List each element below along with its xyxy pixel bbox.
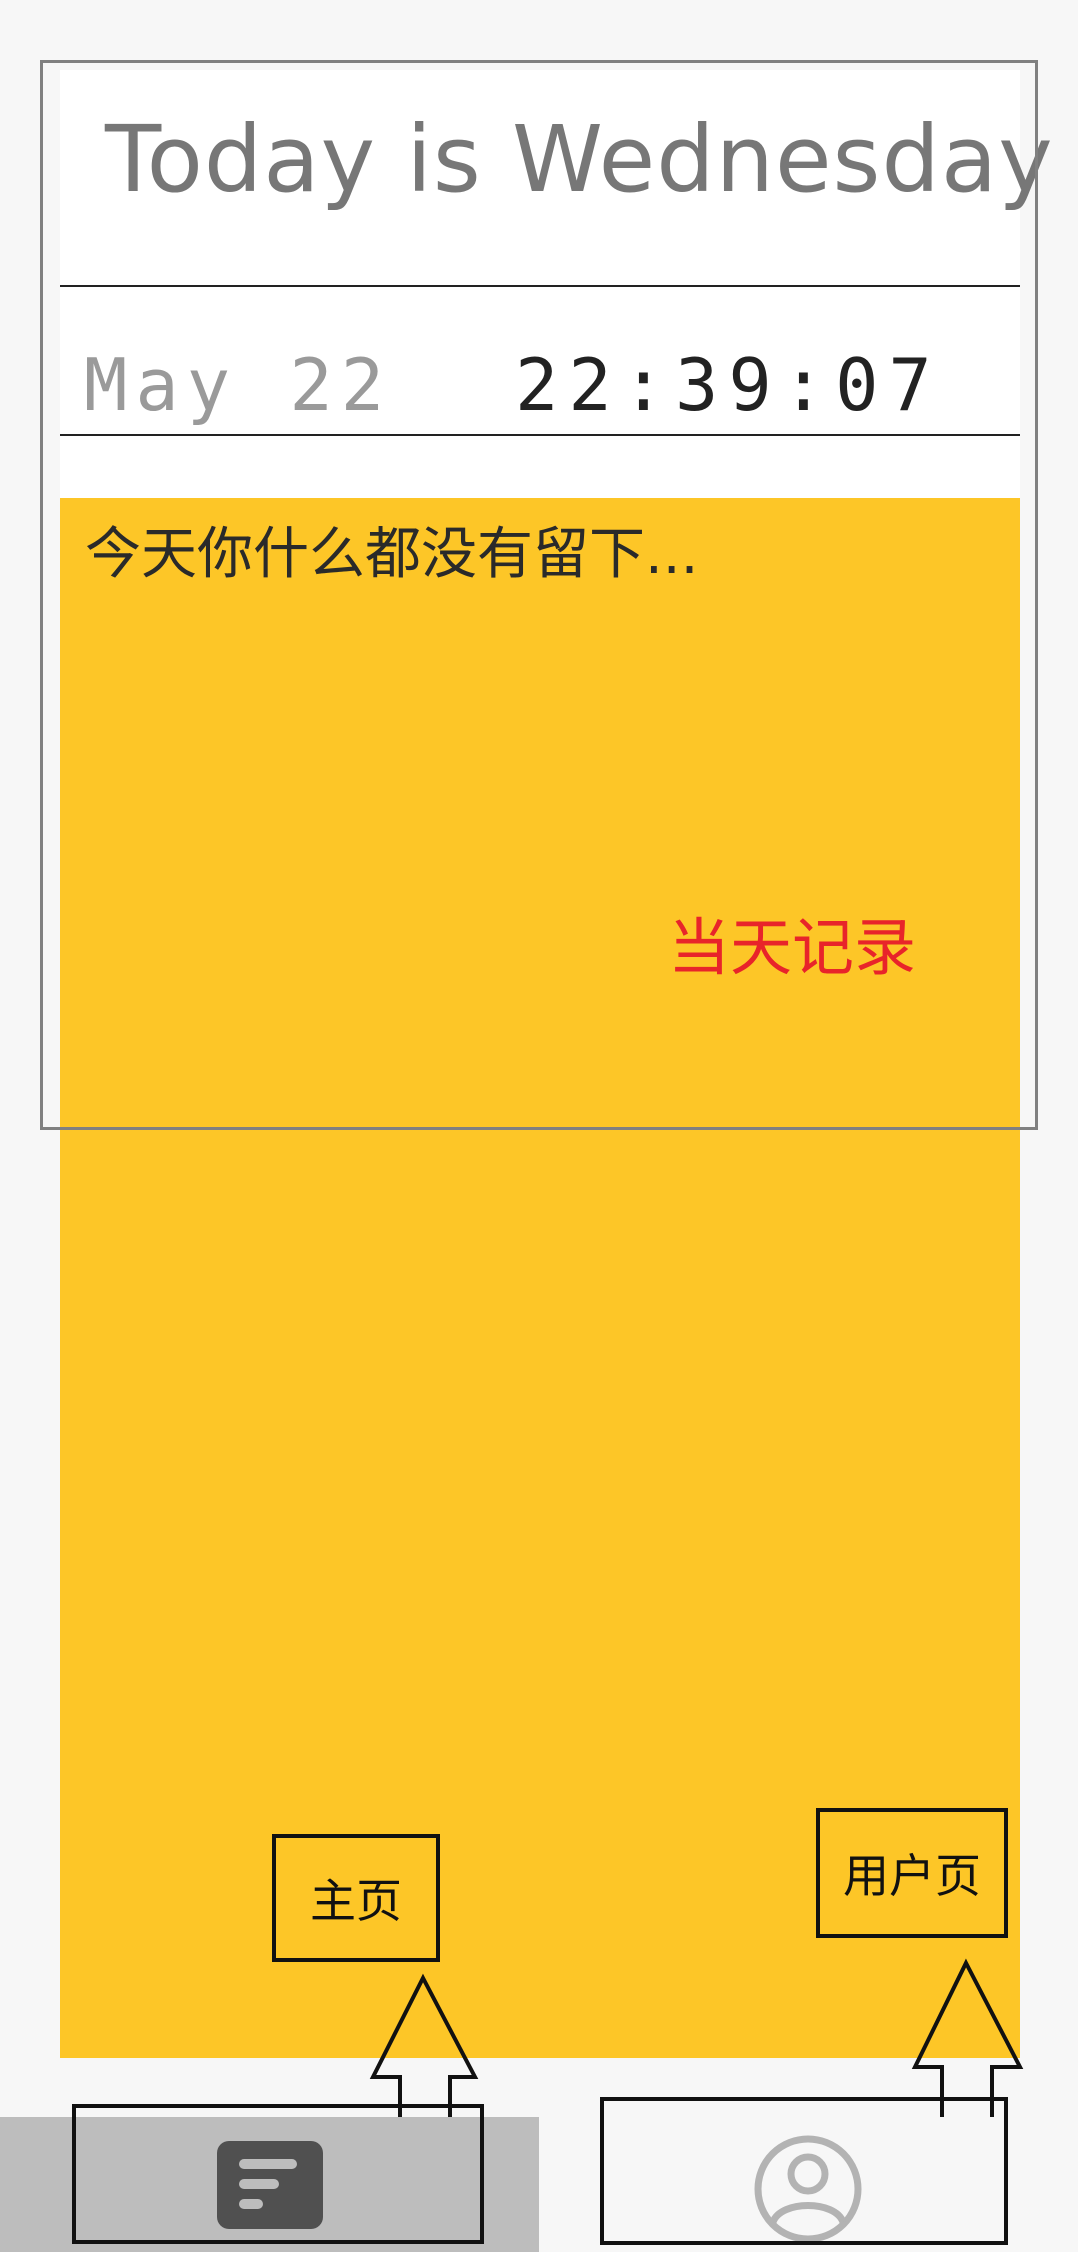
annotation-user-tab-outline — [600, 2097, 1008, 2245]
annotation-home-label: 主页 — [272, 1834, 440, 1962]
annotation-today-record: 当天记录 — [668, 911, 917, 984]
annotation-user-label: 用户页 — [816, 1808, 1008, 1938]
annotation-home-tab-outline — [72, 2104, 484, 2244]
